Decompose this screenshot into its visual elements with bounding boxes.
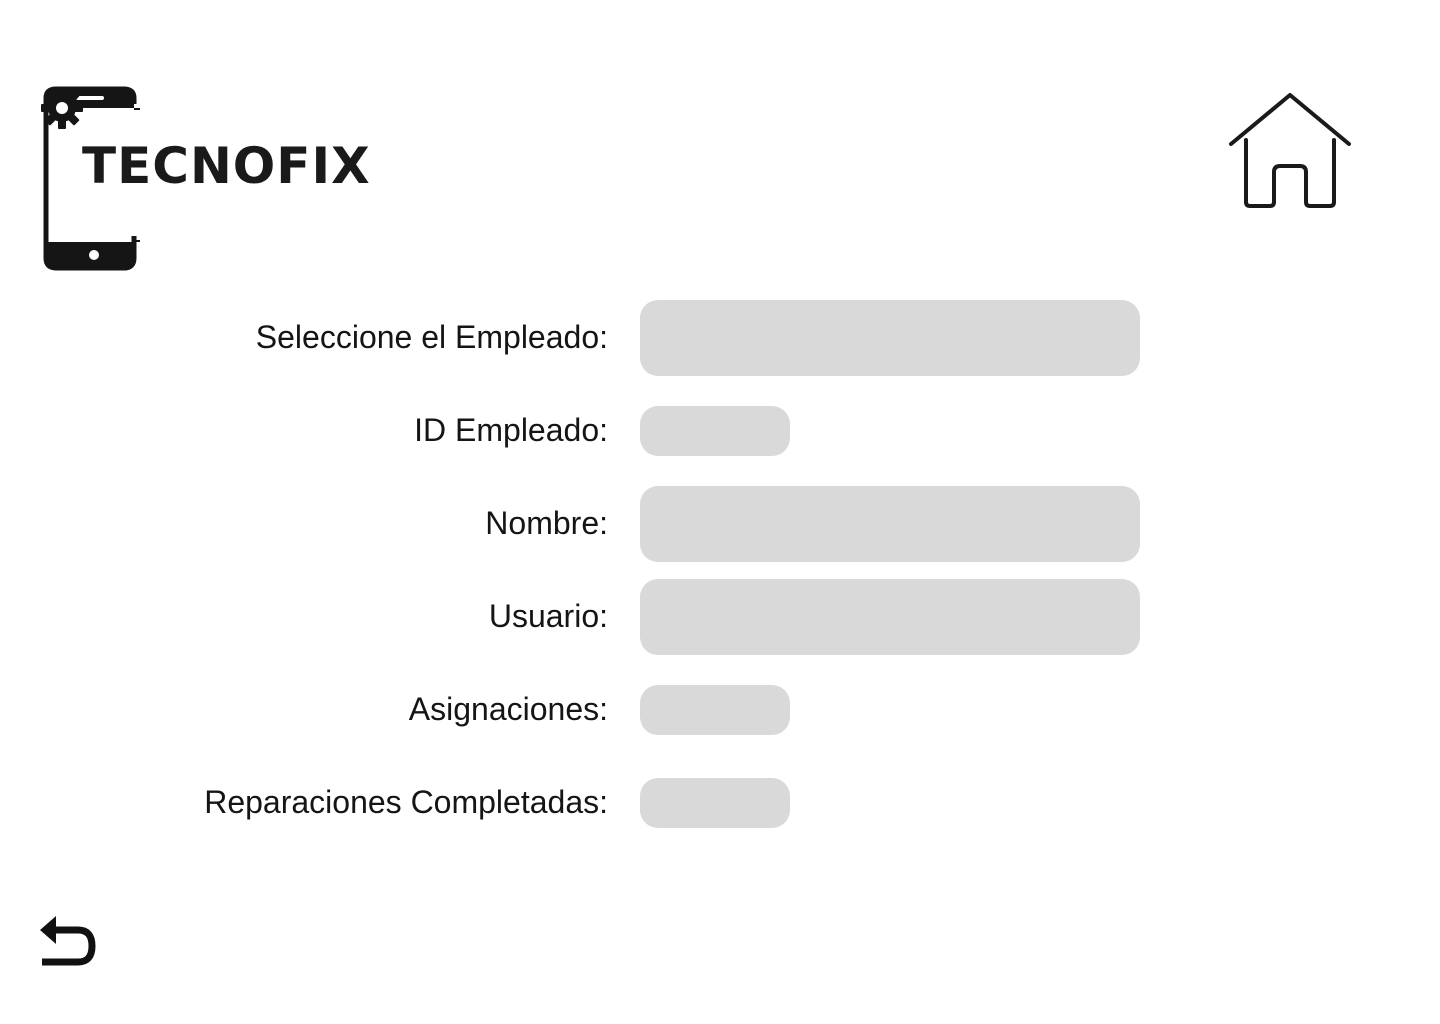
home-button[interactable] — [1226, 90, 1354, 212]
employee-id-label: ID Empleado: — [414, 412, 608, 448]
tecnofix-logo: TECNOFIX — [40, 86, 420, 272]
undo-arrow-icon — [40, 916, 96, 966]
completed-repairs-label: Reparaciones Completadas: — [204, 784, 608, 820]
employee-id-field[interactable] — [640, 406, 790, 456]
employee-select-field[interactable] — [640, 300, 1140, 376]
name-field[interactable] — [640, 486, 1140, 562]
logo-text: TECNOFIX — [82, 137, 371, 195]
employee-select-label: Seleccione el Empleado: — [255, 319, 608, 355]
user-label: Usuario: — [488, 598, 608, 634]
user-field[interactable] — [640, 579, 1140, 655]
name-label: Nombre: — [485, 505, 608, 541]
gear-icon — [41, 87, 83, 129]
assignments-field[interactable] — [640, 685, 790, 735]
assignments-label: Asignaciones: — [408, 691, 608, 727]
back-button[interactable] — [36, 910, 100, 974]
completed-repairs-field[interactable] — [640, 778, 790, 828]
home-icon — [1229, 93, 1351, 208]
